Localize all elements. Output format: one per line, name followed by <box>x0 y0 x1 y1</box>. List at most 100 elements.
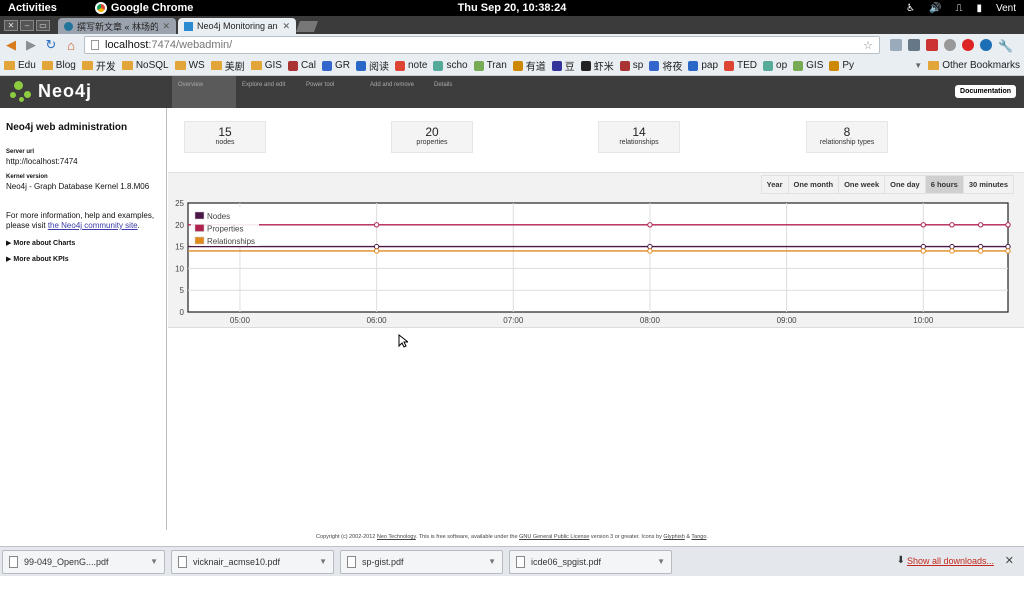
accessibility-icon[interactable]: ♿ <box>906 3 915 14</box>
back-icon[interactable]: ◀ <box>4 37 18 53</box>
tab-title: 撰写新文章 « 林场的梦 — <box>77 21 159 32</box>
bookmark-item[interactable]: 开发 <box>81 58 116 73</box>
bookmarks-overflow-icon[interactable]: ▼ <box>914 61 922 70</box>
bookmark-item[interactable]: Cal <box>287 60 316 71</box>
user-menu[interactable]: Vent <box>996 3 1016 14</box>
bookmark-item[interactable]: NoSQL <box>121 60 169 71</box>
bookmark-item[interactable]: 将夜 <box>649 58 682 73</box>
browser-tab-neo4j[interactable]: Neo4j Monitoring and Ma ✕ <box>178 18 296 34</box>
bookmark-item[interactable]: Blog <box>41 60 76 71</box>
extension-globe-icon[interactable] <box>944 39 956 51</box>
activities-button[interactable]: Activities <box>0 2 65 14</box>
bookmark-item[interactable]: pap <box>688 60 718 71</box>
new-tab-button[interactable] <box>295 21 319 32</box>
bookmark-item[interactable]: Tran <box>473 60 507 71</box>
minimize-window-icon[interactable]: – <box>20 20 34 31</box>
glyphish-link[interactable]: Glyphish <box>663 534 684 540</box>
chevron-down-icon[interactable]: ▼ <box>319 557 327 566</box>
bookmark-item[interactable]: WS <box>174 60 205 71</box>
legend-label: Relationships <box>207 237 255 246</box>
range-year[interactable]: Year <box>760 175 789 194</box>
other-bookmarks[interactable]: Other Bookmarks <box>928 60 1020 71</box>
more-about-charts-label: More about Charts <box>13 239 76 247</box>
extension-cloud-icon[interactable] <box>890 39 902 51</box>
range-6-hours[interactable]: 6 hours <box>924 175 964 194</box>
other-bookmarks-label: Other Bookmarks <box>942 60 1020 71</box>
reader-icon <box>321 60 332 71</box>
nav-tab-indexes[interactable]: Add and removeIndexes <box>340 76 428 195</box>
reload-icon[interactable]: ↻ <box>44 37 58 53</box>
bookmark-item[interactable]: sp <box>619 60 644 71</box>
chevron-down-icon[interactable]: ▼ <box>488 557 496 566</box>
neo-technology-link[interactable]: Neo Technology <box>377 534 416 540</box>
kernel-version-value: Neo4j - Graph Database Kernel 1.8.M06 <box>6 182 150 191</box>
range-one-month[interactable]: One month <box>787 175 840 194</box>
bookmark-item[interactable]: scho <box>433 60 468 71</box>
nav-tab-data-browser[interactable]: Explore and editData browser <box>236 76 399 195</box>
browser-tab-blog[interactable]: 撰写新文章 « 林场的梦 — ✕ <box>58 18 176 34</box>
battery-icon[interactable]: ▮ <box>976 3 982 14</box>
extension-blue-icon[interactable] <box>980 39 992 51</box>
chevron-down-icon[interactable]: ▼ <box>150 557 158 566</box>
address-bar[interactable]: localhost:7474/webadmin/ ☆ <box>84 36 880 54</box>
bookmark-item[interactable]: 美剧 <box>210 58 245 73</box>
neo4j-logo[interactable]: Neo4j <box>10 80 92 102</box>
range-one-day[interactable]: One day <box>884 175 926 194</box>
pdf-file-icon <box>347 555 356 568</box>
bookmark-item[interactable]: Py <box>829 60 854 71</box>
kpi-properties: 20 properties <box>391 121 473 153</box>
download-item[interactable]: sp-gist.pdf ▼ <box>340 549 503 574</box>
close-shelf-icon[interactable]: ✕ <box>1005 554 1014 567</box>
bookmark-label: pap <box>701 60 719 71</box>
bookmark-star-icon[interactable]: ☆ <box>863 39 873 52</box>
extension-red-icon[interactable] <box>926 39 938 51</box>
tango-link[interactable]: Tango <box>691 534 706 540</box>
globe-icon <box>793 60 804 71</box>
wrench-menu-icon[interactable]: 🔧 <box>998 39 1013 53</box>
gpl-link[interactable]: GNU General Public License <box>519 534 589 540</box>
range-one-week[interactable]: One week <box>838 175 886 194</box>
data-point-properties <box>949 222 955 228</box>
ted-icon <box>724 60 735 71</box>
folder-icon <box>121 61 133 70</box>
bookmark-item[interactable]: 豆 <box>551 58 575 73</box>
close-tab-icon[interactable]: ✕ <box>282 21 290 32</box>
more-about-charts-toggle[interactable]: ▶ More about Charts <box>6 239 160 248</box>
bookmark-item[interactable]: note <box>394 60 427 71</box>
maximize-window-icon[interactable]: ▭ <box>36 20 50 31</box>
chevron-down-icon[interactable]: ▼ <box>657 557 665 566</box>
data-point-nodes <box>373 243 380 250</box>
bookmark-item[interactable]: op <box>763 60 787 71</box>
bookmark-item[interactable]: GIS <box>250 60 282 71</box>
nav-tab-dashboard[interactable]: OverviewDashboard <box>172 76 389 195</box>
bookmark-item[interactable]: Edu <box>4 60 36 71</box>
home-icon[interactable]: ⌂ <box>64 38 78 53</box>
close-window-icon[interactable]: ✕ <box>4 20 18 31</box>
bookmark-item[interactable]: TED <box>724 60 757 71</box>
download-item[interactable]: 99-049_OpenG....pdf ▼ <box>2 549 165 574</box>
more-about-kpis-toggle[interactable]: ▶ More about KPIs <box>6 255 160 264</box>
app-menu[interactable]: Google Chrome <box>94 2 193 14</box>
download-item[interactable]: icde06_spgist.pdf ▼ <box>509 549 672 574</box>
range-30-minutes[interactable]: 30 minutes <box>962 175 1014 194</box>
bookmark-item[interactable]: GR <box>321 60 350 71</box>
download-item[interactable]: vicknair_acmse10.pdf ▼ <box>171 549 334 574</box>
bookmark-item[interactable]: 虾米 <box>580 58 614 73</box>
extension-tool-icon[interactable] <box>908 39 920 51</box>
show-all-downloads-link[interactable]: Show all downloads... <box>907 556 994 566</box>
volume-icon[interactable]: 🔊 <box>929 3 941 14</box>
forward-icon[interactable]: ▶ <box>24 37 38 53</box>
close-tab-icon[interactable]: ✕ <box>162 21 170 32</box>
nav-tab-console[interactable]: Power toolConsole <box>300 76 377 195</box>
extension-opera-icon[interactable] <box>962 39 974 51</box>
reader-icon <box>355 60 366 71</box>
nav-tab-server-info[interactable]: DetailsServer info <box>340 76 492 195</box>
bookmark-item[interactable]: 有道 <box>512 58 546 73</box>
bookmark-item[interactable]: 阅读 <box>355 58 389 73</box>
bookmark-label: sp <box>632 60 644 71</box>
network-icon[interactable]: ⎍ <box>955 3 962 14</box>
x-tick-label: 09:00 <box>777 316 798 325</box>
community-site-link[interactable]: the Neo4j community site <box>48 221 138 230</box>
documentation-button[interactable]: Documentation <box>955 85 1016 98</box>
bookmark-item[interactable]: GIS <box>793 60 823 71</box>
